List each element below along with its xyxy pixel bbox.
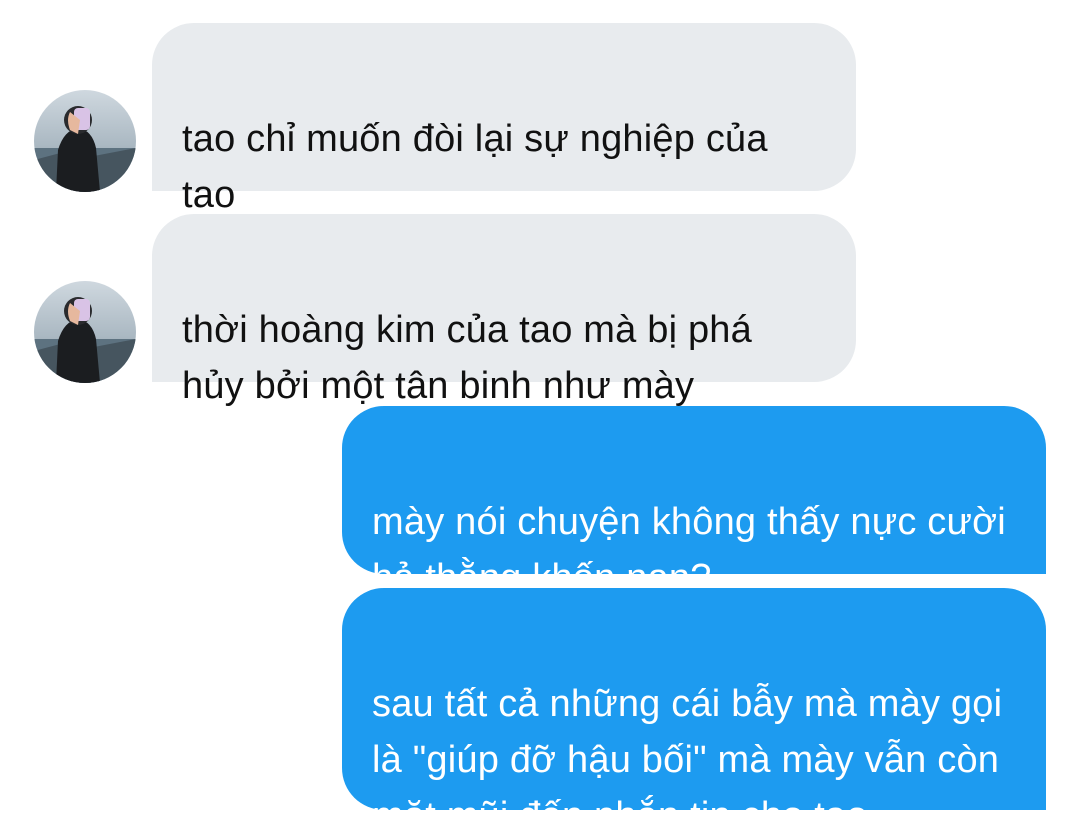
message-text: sau tất cả những cái bẫy mà mày gọi là "… xyxy=(372,683,1003,834)
received-message-bubble[interactable]: thời hoàng kim của tao mà bị phá hủy bởi… xyxy=(152,214,856,407)
sent-message-bubble[interactable]: mày nói chuyện không thấy nực cười hả th… xyxy=(342,406,1046,599)
received-message-bubble[interactable]: tao chỉ muốn đòi lại sự nghiệp của tao xyxy=(152,23,856,216)
sent-message-bubble[interactable]: sau tất cả những cái bẫy mà mày gọi là "… xyxy=(342,588,1046,834)
avatar-photo-icon xyxy=(34,90,136,192)
message-thread: tao chỉ muốn đòi lại sự nghiệp của tao t… xyxy=(0,0,1080,834)
avatar-photo-icon xyxy=(34,281,136,383)
message-text: tao chỉ muốn đòi lại sự nghiệp của tao xyxy=(182,118,768,216)
contact-avatar[interactable] xyxy=(34,90,136,192)
message-text: mày nói chuyện không thấy nực cười hả th… xyxy=(372,501,1006,599)
contact-avatar[interactable] xyxy=(34,281,136,383)
message-text: thời hoàng kim của tao mà bị phá hủy bởi… xyxy=(182,309,752,407)
